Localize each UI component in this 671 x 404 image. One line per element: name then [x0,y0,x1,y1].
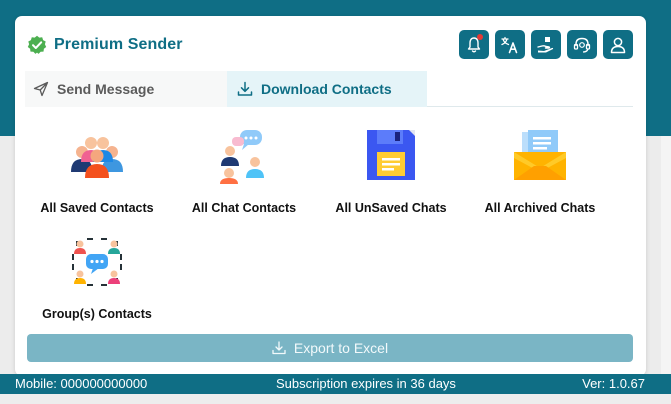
notifications-button[interactable] [459,30,489,59]
tab-send-message[interactable]: Send Message [25,71,227,107]
archived-chats-icon [514,130,566,180]
all-chat-contacts-option[interactable]: All Chat Contacts [184,128,304,215]
all-archived-chats-label: All Archived Chats [484,201,596,215]
tab-download-contacts-label: Download Contacts [261,81,392,97]
export-to-excel-button[interactable]: Export to Excel [27,334,633,362]
support-button[interactable] [567,30,597,59]
translate-icon [501,36,518,53]
chat-contacts-icon [220,130,264,184]
all-unsaved-chats-label: All UnSaved Chats [335,201,447,215]
all-archived-chats-option[interactable]: All Archived Chats [477,128,603,215]
tab-download-contacts[interactable]: Download Contacts [227,71,427,107]
all-saved-contacts-label: All Saved Contacts [40,201,154,215]
subscription-status: Subscription expires in 36 days [276,376,456,391]
all-saved-contacts-option[interactable]: All Saved Contacts [37,128,157,215]
header-toolbar [459,30,633,59]
translate-button[interactable] [495,30,525,59]
extension-panel: Premium Sender Send Message Download Con… [15,16,646,376]
profile-button[interactable] [603,30,633,59]
background-right-edge [661,136,671,374]
download-icon [237,81,253,96]
group-contacts-icon [72,238,122,286]
verified-badge-icon [27,35,47,55]
send-paper-plane-icon [33,81,49,97]
bottom-edge [0,394,671,404]
tab-send-message-label: Send Message [57,81,155,97]
support-headset-icon [573,37,591,53]
export-to-excel-label: Export to Excel [293,340,389,356]
tab-bar: Send Message Download Contacts [25,71,633,107]
all-unsaved-chats-option[interactable]: All UnSaved Chats [329,128,453,215]
donate-hand-icon [537,36,554,52]
mobile-number: Mobile: 000000000000 [15,376,148,391]
version-label: Ver: 1.0.67 [582,376,645,391]
unsaved-chats-icon [367,130,415,180]
saved-contacts-icon [71,137,123,178]
user-profile-icon [610,37,626,53]
group-contacts-label: Group(s) Contacts [42,307,152,321]
all-chat-contacts-label: All Chat Contacts [191,201,297,215]
export-download-icon [272,341,286,355]
app-header: Premium Sender [27,32,183,58]
status-bar: Mobile: 000000000000 Subscription expire… [0,374,671,394]
group-contacts-option[interactable]: Group(s) Contacts [37,234,157,321]
app-title: Premium Sender [54,36,183,53]
donate-button[interactable] [531,30,561,59]
notification-dot [477,34,483,40]
